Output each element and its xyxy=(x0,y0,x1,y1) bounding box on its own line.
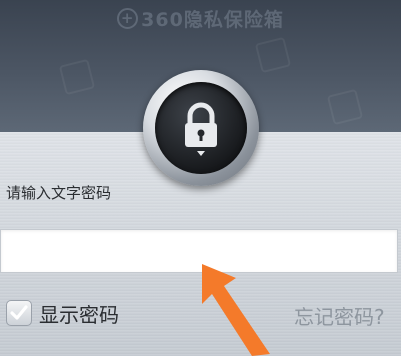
app-title-text: 360隐私保险箱 xyxy=(141,8,284,31)
show-password-toggle[interactable]: 显示密码 xyxy=(6,299,119,327)
forgot-password-link[interactable]: 忘记密码? xyxy=(294,301,385,330)
app-title: + 360隐私保险箱 xyxy=(0,5,401,31)
plus-circle-icon: + xyxy=(117,7,139,29)
show-password-checkbox[interactable] xyxy=(6,300,32,326)
watermark-icon xyxy=(326,88,364,126)
padlock-icon xyxy=(185,102,217,156)
watermark-icon xyxy=(254,36,292,74)
arrow-pointer-icon xyxy=(202,264,270,356)
show-password-label: 显示密码 xyxy=(39,302,119,327)
watermark-icon xyxy=(58,58,96,96)
password-prompt-label: 请输入文字密码 xyxy=(6,184,112,202)
checkmark-icon xyxy=(10,305,28,320)
